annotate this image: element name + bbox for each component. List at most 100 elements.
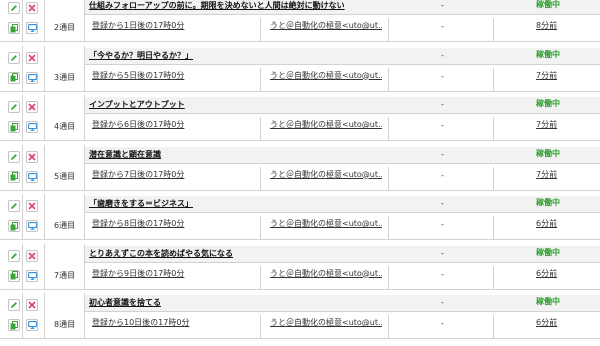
table-row: 4通目 インプットとアウトプット - 稼働中 登録から6日後の17時0分 うと＠自動化の極… (0, 95, 600, 141)
dash-placeholder: - (441, 71, 444, 81)
dash-placeholder: - (441, 100, 444, 109)
preview-button[interactable] (26, 319, 38, 331)
dash-placeholder: - (441, 170, 444, 180)
preview-button[interactable] (26, 71, 38, 84)
send-timing-link[interactable]: 登録から5日後の17時0分 (92, 70, 184, 81)
updated-time-link[interactable]: 6分前 (536, 268, 557, 279)
mail-title-link[interactable]: 「今やるか？明日やるか？」 (89, 50, 193, 61)
copy-button[interactable] (8, 170, 20, 183)
dash-placeholder: - (441, 149, 444, 159)
table-row: 5通目 潜在意識と顕在意識 - 稼働中 登録から7日後の17時0分 うと＠自動化の極意<u… (0, 144, 600, 191)
sender-link[interactable]: うと＠自動化の極意<uto@ut... (270, 70, 382, 81)
edit-button[interactable] (8, 101, 20, 113)
mail-title-link[interactable]: 潜在意識と顕在意識 (89, 149, 161, 160)
status-badge: 稼働中 (536, 247, 560, 257)
edit-button[interactable] (8, 249, 20, 262)
cell-divider (493, 117, 494, 141)
delete-button[interactable] (26, 51, 38, 64)
monitor-icon (27, 123, 37, 131)
mail-title-link[interactable]: とりあえずこの本を読めばやる気になる (89, 248, 233, 259)
preview-button[interactable] (26, 170, 38, 183)
copy-button[interactable] (8, 319, 20, 331)
copy-button[interactable] (8, 71, 20, 84)
monitor-icon (27, 172, 37, 181)
row-divider (85, 212, 600, 213)
sender-link[interactable]: うと＠自動化の極意<uto@ut... (270, 20, 382, 31)
edit-button[interactable] (8, 150, 20, 163)
updated-time-link[interactable]: 6分前 (536, 317, 557, 328)
cell-divider (22, 293, 23, 339)
preview-button[interactable] (26, 121, 38, 133)
delete-button[interactable] (26, 2, 38, 14)
updated-time-link[interactable]: 7分前 (536, 119, 557, 130)
mail-title-link[interactable]: インプットとアウトプット (89, 99, 185, 110)
status-badge: 稼働中 (536, 297, 560, 306)
delete-button[interactable] (26, 249, 38, 262)
sender-link[interactable]: うと＠自動化の極意<uto@ut... (270, 119, 382, 130)
cell-divider (388, 117, 389, 141)
mail-title-link[interactable]: 仕組みフォローアップの前に。期限を決めないと人間は絶対に動けない (89, 0, 345, 11)
copy-document-icon (10, 271, 18, 280)
send-timing-link[interactable]: 登録から10日後の17時0分 (92, 317, 189, 328)
copy-button[interactable] (8, 121, 20, 133)
status-badge: 稼働中 (536, 99, 560, 108)
send-timing-link[interactable]: 登録から9日後の17時0分 (92, 268, 184, 279)
cell-divider (22, 0, 23, 42)
updated-time-link[interactable]: 6分前 (536, 218, 557, 229)
mail-title-link[interactable]: 初心者意識を捨てる (89, 297, 161, 308)
delete-button[interactable] (26, 200, 38, 212)
send-timing-link[interactable]: 登録から1日後の17時0分 (92, 20, 184, 31)
copy-document-icon (10, 23, 18, 33)
dash-placeholder: - (441, 50, 444, 60)
title-bar (85, 295, 600, 311)
cell-divider (22, 45, 23, 92)
delete-button[interactable] (26, 101, 38, 113)
table-row: 7通目 とりあえずこの本を読めばやる気になる - 稼働中登録から9日後の17時0分 うと… (0, 243, 600, 290)
cell-divider (44, 144, 45, 191)
cell-divider (388, 67, 389, 92)
close-x-icon (28, 103, 36, 111)
delete-button[interactable] (26, 150, 38, 163)
mail-title-link[interactable]: 「歯磨きをする＝ビジネス」 (89, 198, 193, 209)
dash-placeholder: - (441, 22, 444, 31)
send-timing-link[interactable]: 登録から7日後の17時0分 (92, 169, 184, 180)
edit-button[interactable] (8, 200, 20, 212)
cell-divider (260, 315, 261, 339)
copy-button[interactable] (8, 220, 20, 232)
sender-link[interactable]: うと＠自動化の極意<uto@ut... (270, 268, 382, 279)
edit-button[interactable] (8, 2, 20, 14)
table-row: 6通目 「歯磨きをする＝ビジネス」 - 稼働中 登録から8日後の17時0分 うと＠自動化の… (0, 194, 600, 240)
sender-link[interactable]: うと＠自動化の極意<uto@ut... (270, 218, 382, 229)
delete-button[interactable] (26, 299, 38, 311)
sender-link[interactable]: うと＠自動化の極意<uto@ut... (270, 317, 382, 328)
row-divider (0, 338, 600, 339)
pencil-icon (10, 153, 18, 161)
copy-button[interactable] (8, 22, 20, 34)
row-divider (0, 239, 600, 240)
preview-button[interactable] (26, 22, 38, 34)
updated-time-link[interactable]: 7分前 (536, 169, 557, 180)
updated-time-link[interactable]: 7分前 (536, 70, 557, 81)
close-x-icon (28, 301, 36, 309)
step-label: 6通目 (54, 221, 76, 230)
send-timing-link[interactable]: 登録から8日後の17時0分 (92, 218, 184, 229)
edit-button[interactable] (8, 299, 20, 311)
monitor-icon (27, 73, 37, 82)
send-timing-link[interactable]: 登録から6日後の17時0分 (92, 119, 184, 130)
close-x-icon (28, 4, 36, 12)
preview-button[interactable] (26, 269, 38, 282)
pencil-icon (10, 54, 18, 62)
cell-divider (388, 18, 389, 42)
copy-document-icon (10, 320, 18, 330)
monitor-icon (27, 24, 37, 32)
preview-button[interactable] (26, 220, 38, 232)
edit-button[interactable] (8, 51, 20, 64)
step-label: 7通目 (54, 270, 76, 280)
sender-link[interactable]: うと＠自動化の極意<uto@ut... (270, 169, 382, 180)
row-divider (0, 41, 600, 42)
cell-divider (388, 216, 389, 240)
copy-button[interactable] (8, 269, 20, 282)
dash-placeholder: - (441, 269, 444, 279)
updated-time-link[interactable]: 8分前 (536, 20, 557, 31)
cell-divider (388, 265, 389, 290)
